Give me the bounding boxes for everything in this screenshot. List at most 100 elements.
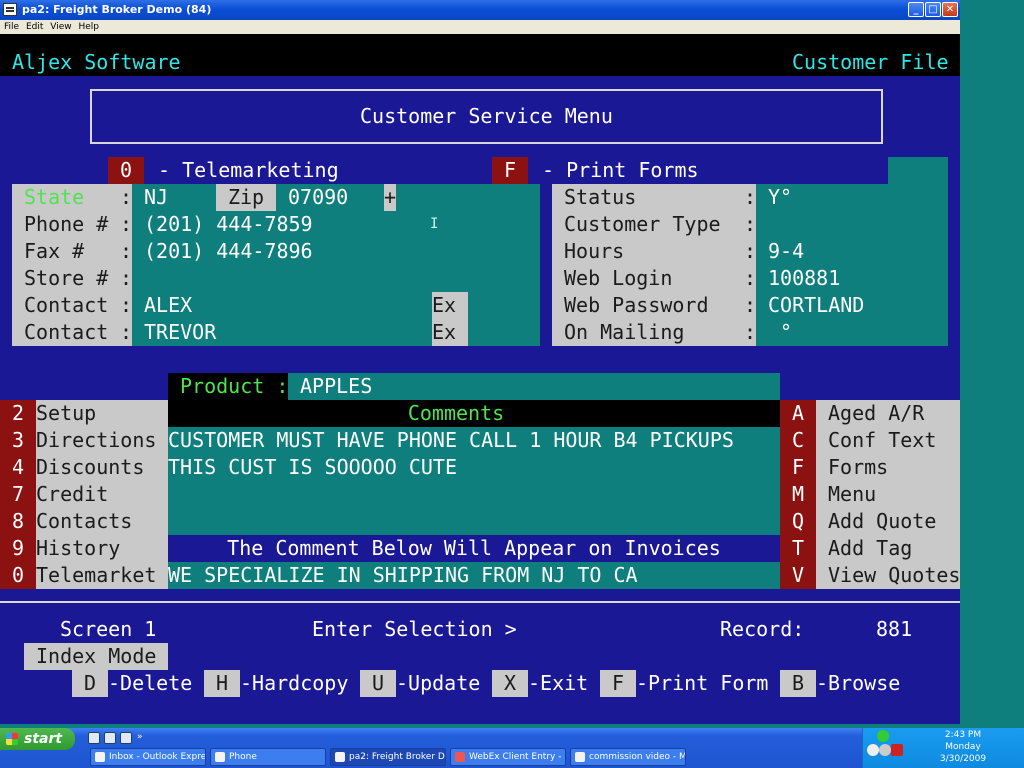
quicklaunch-help-icon[interactable] xyxy=(120,732,132,744)
colon: : xyxy=(744,185,757,209)
menu-view[interactable]: View xyxy=(50,20,71,34)
menu-key-credit[interactable]: 7 xyxy=(12,481,24,508)
browse-command[interactable]: -Browse xyxy=(816,670,900,697)
telemarketing-option[interactable]: - Telemarketing xyxy=(158,157,339,184)
delete-key[interactable]: D xyxy=(72,670,108,697)
quicklaunch-desktop-icon[interactable] xyxy=(104,732,116,744)
fax-value[interactable]: (201) 444-7896 xyxy=(144,238,313,265)
taskbar-item-phone[interactable]: Phone xyxy=(210,748,326,766)
update-key[interactable]: U xyxy=(360,670,396,697)
contact1-value[interactable]: ALEX xyxy=(144,292,192,319)
exit-key[interactable]: X xyxy=(492,670,528,697)
selection-prompt[interactable]: Enter Selection > xyxy=(312,616,517,643)
zip-label: Zip xyxy=(216,184,276,211)
start-button[interactable]: start xyxy=(0,728,75,750)
menu-key-setup[interactable]: 2 xyxy=(12,400,24,427)
menu-edit[interactable]: Edit xyxy=(26,20,43,34)
comment-line-2[interactable]: THIS CUST IS SOOOOO CUTE xyxy=(168,454,457,481)
taskbar-item-label: Inbox - Outlook Express xyxy=(109,752,206,762)
hardcopy-key[interactable]: H xyxy=(204,670,240,697)
taskbar-item-freight-broker[interactable]: pa2: Freight Broker D... xyxy=(330,748,446,766)
maximize-button[interactable]: □ xyxy=(925,2,941,17)
terminal-icon xyxy=(335,752,345,762)
title-bar[interactable]: pa2: Freight Broker Demo (84) _ □ ✕ xyxy=(0,0,960,20)
contact1-label: Contact xyxy=(24,293,109,317)
clock[interactable]: 2:43 PM Monday 3/30/2009 xyxy=(903,728,1023,765)
clock-time: 2:43 PM xyxy=(944,730,982,740)
invoice-comment-line[interactable]: WE SPECIALIZE IN SHIPPING FROM NJ TO CA xyxy=(168,562,638,589)
menu-item-add-tag[interactable]: Add Tag xyxy=(828,535,912,562)
colon: : xyxy=(744,293,757,317)
customer-type-label: Customer Type xyxy=(564,212,721,236)
hardcopy-command[interactable]: -Hardcopy xyxy=(240,670,348,697)
product-value[interactable]: APPLES xyxy=(300,373,372,400)
minimize-button[interactable]: _ xyxy=(908,2,924,17)
product-label: Product : xyxy=(180,374,289,398)
exit-command[interactable]: -Exit xyxy=(528,670,588,697)
zip-plus-button[interactable]: + xyxy=(384,184,396,211)
close-button[interactable]: ✕ xyxy=(942,2,958,17)
menu-item-setup[interactable]: Setup xyxy=(36,400,96,427)
volume-icon[interactable] xyxy=(867,744,879,756)
menu-key-add-tag[interactable]: T xyxy=(792,535,804,562)
menu-item-conf-text[interactable]: Conf Text xyxy=(828,427,936,454)
comment-line-1[interactable]: CUSTOMER MUST HAVE PHONE CALL 1 HOUR B4 … xyxy=(168,427,734,454)
colon: : xyxy=(120,320,133,344)
menu-key-history[interactable]: 9 xyxy=(12,535,24,562)
menu-item-aged-ar[interactable]: Aged A/R xyxy=(828,400,924,427)
menu-item-directions[interactable]: Directions xyxy=(36,427,156,454)
menu-item-view-quotes[interactable]: View Quotes xyxy=(828,562,960,589)
menu-item-contacts[interactable]: Contacts xyxy=(36,508,132,535)
taskbar-item-outlook[interactable]: Inbox - Outlook Express xyxy=(90,748,206,766)
menu-item-menu[interactable]: Menu xyxy=(828,481,876,508)
corner-block xyxy=(888,157,948,184)
web-password-value[interactable]: CORTLAND xyxy=(768,292,864,319)
browse-key[interactable]: B xyxy=(780,670,816,697)
status-value[interactable]: Y° xyxy=(768,184,792,211)
menu-item-forms[interactable]: Forms xyxy=(828,454,888,481)
menu-key-contacts[interactable]: 8 xyxy=(12,508,24,535)
menu-box-title: Customer Service Menu xyxy=(360,104,613,128)
web-login-value[interactable]: 100881 xyxy=(768,265,840,292)
telemarketing-key[interactable]: 0 xyxy=(108,157,144,184)
menu-key-add-quote[interactable]: Q xyxy=(792,508,804,535)
network-icon[interactable] xyxy=(877,730,889,742)
menu-key-conf-text[interactable]: C xyxy=(792,427,804,454)
quicklaunch-tool-icon[interactable] xyxy=(88,732,100,744)
print-forms-key[interactable]: F xyxy=(492,157,528,184)
web-login-label: Web Login xyxy=(564,266,673,290)
antivirus-icon[interactable] xyxy=(891,744,903,756)
menu-key-menu[interactable]: M xyxy=(792,481,804,508)
menu-item-discounts[interactable]: Discounts xyxy=(36,454,144,481)
menu-key-discounts[interactable]: 4 xyxy=(12,454,24,481)
phone-value[interactable]: (201) 444-7859 xyxy=(144,211,313,238)
menu-key-telemarket[interactable]: 0 xyxy=(12,562,24,589)
print-forms-option[interactable]: - Print Forms xyxy=(542,157,699,184)
state-value[interactable]: NJ xyxy=(144,184,168,211)
window-title: pa2: Freight Broker Demo (84) xyxy=(22,3,212,16)
menu-file[interactable]: File xyxy=(4,20,19,34)
index-mode-button[interactable]: Index Mode xyxy=(24,643,168,670)
menu-help[interactable]: Help xyxy=(78,20,99,34)
delete-command[interactable]: -Delete xyxy=(108,670,192,697)
menu-key-forms[interactable]: F xyxy=(792,454,804,481)
security-icon[interactable] xyxy=(879,744,891,756)
quicklaunch-more-icon[interactable]: » xyxy=(137,732,145,744)
print-form-key[interactable]: F xyxy=(600,670,636,697)
on-mailing-value[interactable]: ° xyxy=(768,319,792,346)
taskbar-item-webex[interactable]: WebEx Client Entry - ... xyxy=(450,748,566,766)
zip-value[interactable]: 07090 xyxy=(288,184,348,211)
menu-item-add-quote[interactable]: Add Quote xyxy=(828,508,936,535)
contact2-value[interactable]: TREVOR xyxy=(144,319,216,346)
menu-key-aged-ar[interactable]: A xyxy=(792,400,804,427)
print-form-command[interactable]: -Print Form xyxy=(636,670,768,697)
contact1-ext-label: Ex xyxy=(432,292,468,319)
menu-item-history[interactable]: History xyxy=(36,535,120,562)
menu-key-directions[interactable]: 3 xyxy=(12,427,24,454)
taskbar-item-commission-video[interactable]: commission video - Mi... xyxy=(570,748,686,766)
menu-key-view-quotes[interactable]: V xyxy=(792,562,804,589)
menu-item-credit[interactable]: Credit xyxy=(36,481,108,508)
hours-value[interactable]: 9-4 xyxy=(768,238,804,265)
menu-item-telemarket[interactable]: Telemarket xyxy=(36,562,156,589)
update-command[interactable]: -Update xyxy=(396,670,480,697)
